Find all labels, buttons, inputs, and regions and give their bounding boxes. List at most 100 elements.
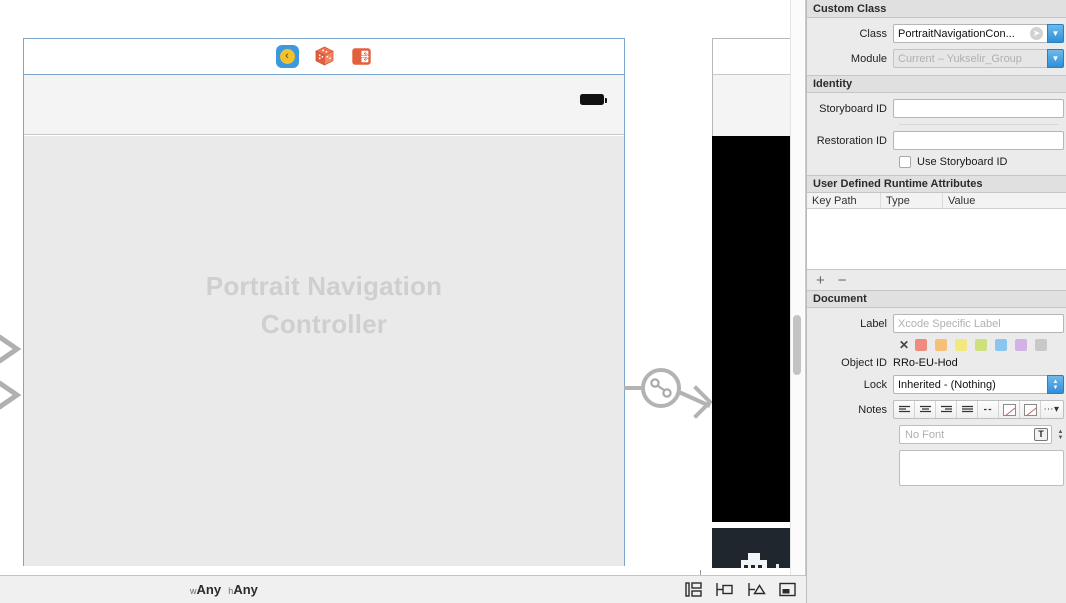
scene-dock[interactable]: ‹ xyxy=(24,39,624,75)
canvas-ruler-tick xyxy=(700,570,701,575)
text-color-swatch-icon[interactable] xyxy=(999,401,1020,418)
restoration-id-label: Restoration ID xyxy=(816,134,887,147)
storyboard-id-label: Storyboard ID xyxy=(819,102,887,115)
notes-toolbar[interactable]: ⋯▾ xyxy=(893,400,1064,419)
font-placeholder-label: No Font xyxy=(905,428,945,441)
resolve-issues-button[interactable] xyxy=(779,582,796,597)
storyboard-canvas[interactable]: ‹ Portrait Navigation Controller xyxy=(0,0,806,603)
clear-color-icon[interactable]: ✕ xyxy=(899,339,909,351)
label-field-label: Label xyxy=(860,317,887,330)
runtime-attributes-table[interactable]: Key Path Type Value xyxy=(807,193,1066,270)
view-controller-icon[interactable]: ‹ xyxy=(275,45,299,68)
storyboard-id-input[interactable] xyxy=(893,99,1064,118)
identity-inspector-panel[interactable]: Custom Class Class ➤ ▼ Module ▼ xyxy=(806,0,1066,603)
align-right-icon[interactable] xyxy=(936,401,957,418)
adjacent-scene-navbar xyxy=(712,38,791,74)
document-section-header: Document xyxy=(807,290,1066,308)
color-swatch-red[interactable] xyxy=(915,339,928,351)
column-key-path: Key Path xyxy=(807,193,881,208)
font-stepper-icon[interactable]: ▲ ▼ xyxy=(1055,425,1066,444)
color-swatch-purple[interactable] xyxy=(1015,339,1028,351)
object-id-row: Object ID RRo-EU-Hod xyxy=(807,357,1066,369)
scene-content-area[interactable]: Portrait Navigation Controller xyxy=(24,136,624,566)
more-options-icon[interactable]: ⋯▾ xyxy=(1041,401,1062,418)
custom-class-section-header: Custom Class xyxy=(807,0,1066,18)
class-label: Class xyxy=(859,27,887,40)
scene-portrait-navigation-controller[interactable]: ‹ Portrait Navigation Controller xyxy=(23,38,625,566)
object-id-value: RRo-EU-Hod xyxy=(893,357,958,369)
object-id-label: Object ID xyxy=(841,357,887,369)
battery-icon xyxy=(580,94,607,105)
pin-button[interactable] xyxy=(747,582,766,597)
notes-textarea[interactable] xyxy=(899,450,1064,486)
identity-divider xyxy=(899,124,1058,125)
module-label: Module xyxy=(850,52,887,65)
first-responder-cube-icon[interactable] xyxy=(313,45,336,68)
module-dropdown-chevron-icon[interactable]: ▼ xyxy=(1047,49,1064,68)
align-justify-icon[interactable] xyxy=(957,401,978,418)
font-field[interactable]: No Font T xyxy=(899,425,1052,444)
label-input[interactable] xyxy=(893,314,1064,333)
use-storyboard-id-checkbox[interactable] xyxy=(899,156,911,168)
highlight-color-swatch-icon[interactable] xyxy=(1020,401,1041,418)
color-swatch-yellow[interactable] xyxy=(955,339,968,351)
restoration-id-row: Restoration ID xyxy=(807,131,1066,150)
scene-status-bar xyxy=(24,75,624,135)
custom-class-section: Class ➤ ▼ Module ▼ xyxy=(807,18,1066,75)
height-value-label: Any xyxy=(233,582,258,597)
column-value: Value xyxy=(948,194,976,207)
align-button[interactable] xyxy=(715,582,734,597)
remove-attribute-button[interactable]: − xyxy=(838,273,847,288)
use-storyboard-id-label: Use Storyboard ID xyxy=(917,156,1008,168)
size-class-indicator[interactable]: wAny hAny xyxy=(190,582,258,597)
width-value-label: Any xyxy=(196,582,222,597)
canvas-bottom-bar: wAny hAny xyxy=(0,575,806,603)
canvas-scrollbar-thumb[interactable] xyxy=(793,315,801,375)
scene-placeholder-line-1: Portrait Navigation xyxy=(205,271,443,302)
view-controller-glyph: ‹ xyxy=(279,49,295,64)
lock-stepper-icon[interactable]: ▲ ▼ xyxy=(1047,375,1064,394)
use-storyboard-id-row[interactable]: Use Storyboard ID xyxy=(899,156,1066,168)
identity-section: Storyboard ID Restoration ID Use Storybo… xyxy=(807,93,1066,175)
label-row: Label xyxy=(807,314,1066,333)
canvas-scrollbar-track[interactable] xyxy=(790,0,804,581)
align-center-icon[interactable] xyxy=(915,401,936,418)
module-row: Module ▼ xyxy=(807,49,1066,68)
module-input[interactable] xyxy=(893,49,1047,68)
class-input[interactable] xyxy=(893,24,1047,43)
exit-icon[interactable] xyxy=(350,45,373,68)
font-row: No Font T ▲ ▼ xyxy=(899,425,1066,444)
adjacent-scene-city-illustration xyxy=(712,528,791,568)
restoration-id-input[interactable] xyxy=(893,131,1064,150)
jump-to-definition-icon[interactable]: ➤ xyxy=(1030,27,1043,40)
notes-label: Notes xyxy=(858,403,887,416)
document-section: Label ✕ Object ID RRo-EU-Hod xyxy=(807,308,1066,493)
class-row: Class ➤ ▼ xyxy=(807,24,1066,43)
runtime-attributes-table-header: Key Path Type Value xyxy=(807,193,1066,209)
stack-view-button[interactable] xyxy=(685,582,702,597)
color-swatch-green[interactable] xyxy=(975,339,988,351)
adjacent-scene-black-area xyxy=(712,136,791,522)
lock-row: Lock Inherited - (Nothing) ▲ ▼ xyxy=(807,375,1066,394)
dash-icon[interactable] xyxy=(978,401,999,418)
scene-placeholder-line-2: Controller xyxy=(260,309,388,339)
lock-value[interactable]: Inherited - (Nothing) xyxy=(893,375,1047,394)
color-swatch-blue[interactable] xyxy=(995,339,1008,351)
add-attribute-button[interactable]: + xyxy=(816,273,825,288)
font-panel-icon[interactable]: T xyxy=(1034,428,1048,441)
runtime-attributes-rows[interactable] xyxy=(807,209,1066,269)
storyboard-id-row: Storyboard ID xyxy=(807,99,1066,118)
identity-section-header: Identity xyxy=(807,75,1066,93)
notes-row: Notes ⋯▾ xyxy=(807,400,1066,419)
class-dropdown-chevron-icon[interactable]: ▼ xyxy=(1047,24,1064,43)
scene-placeholder-label: Portrait Navigation Controller xyxy=(206,268,442,343)
column-type: Type xyxy=(881,193,943,208)
color-swatch-gray[interactable] xyxy=(1035,339,1048,351)
runtime-attributes-section-header: User Defined Runtime Attributes xyxy=(807,175,1066,193)
color-swatch-orange[interactable] xyxy=(935,339,948,351)
label-color-swatches[interactable]: ✕ xyxy=(899,339,1066,351)
adjacent-scene-header xyxy=(712,74,791,136)
align-left-icon[interactable] xyxy=(894,401,915,418)
scene-adjacent-partial[interactable] xyxy=(712,38,791,568)
relationship-segue-icon[interactable] xyxy=(624,358,714,420)
